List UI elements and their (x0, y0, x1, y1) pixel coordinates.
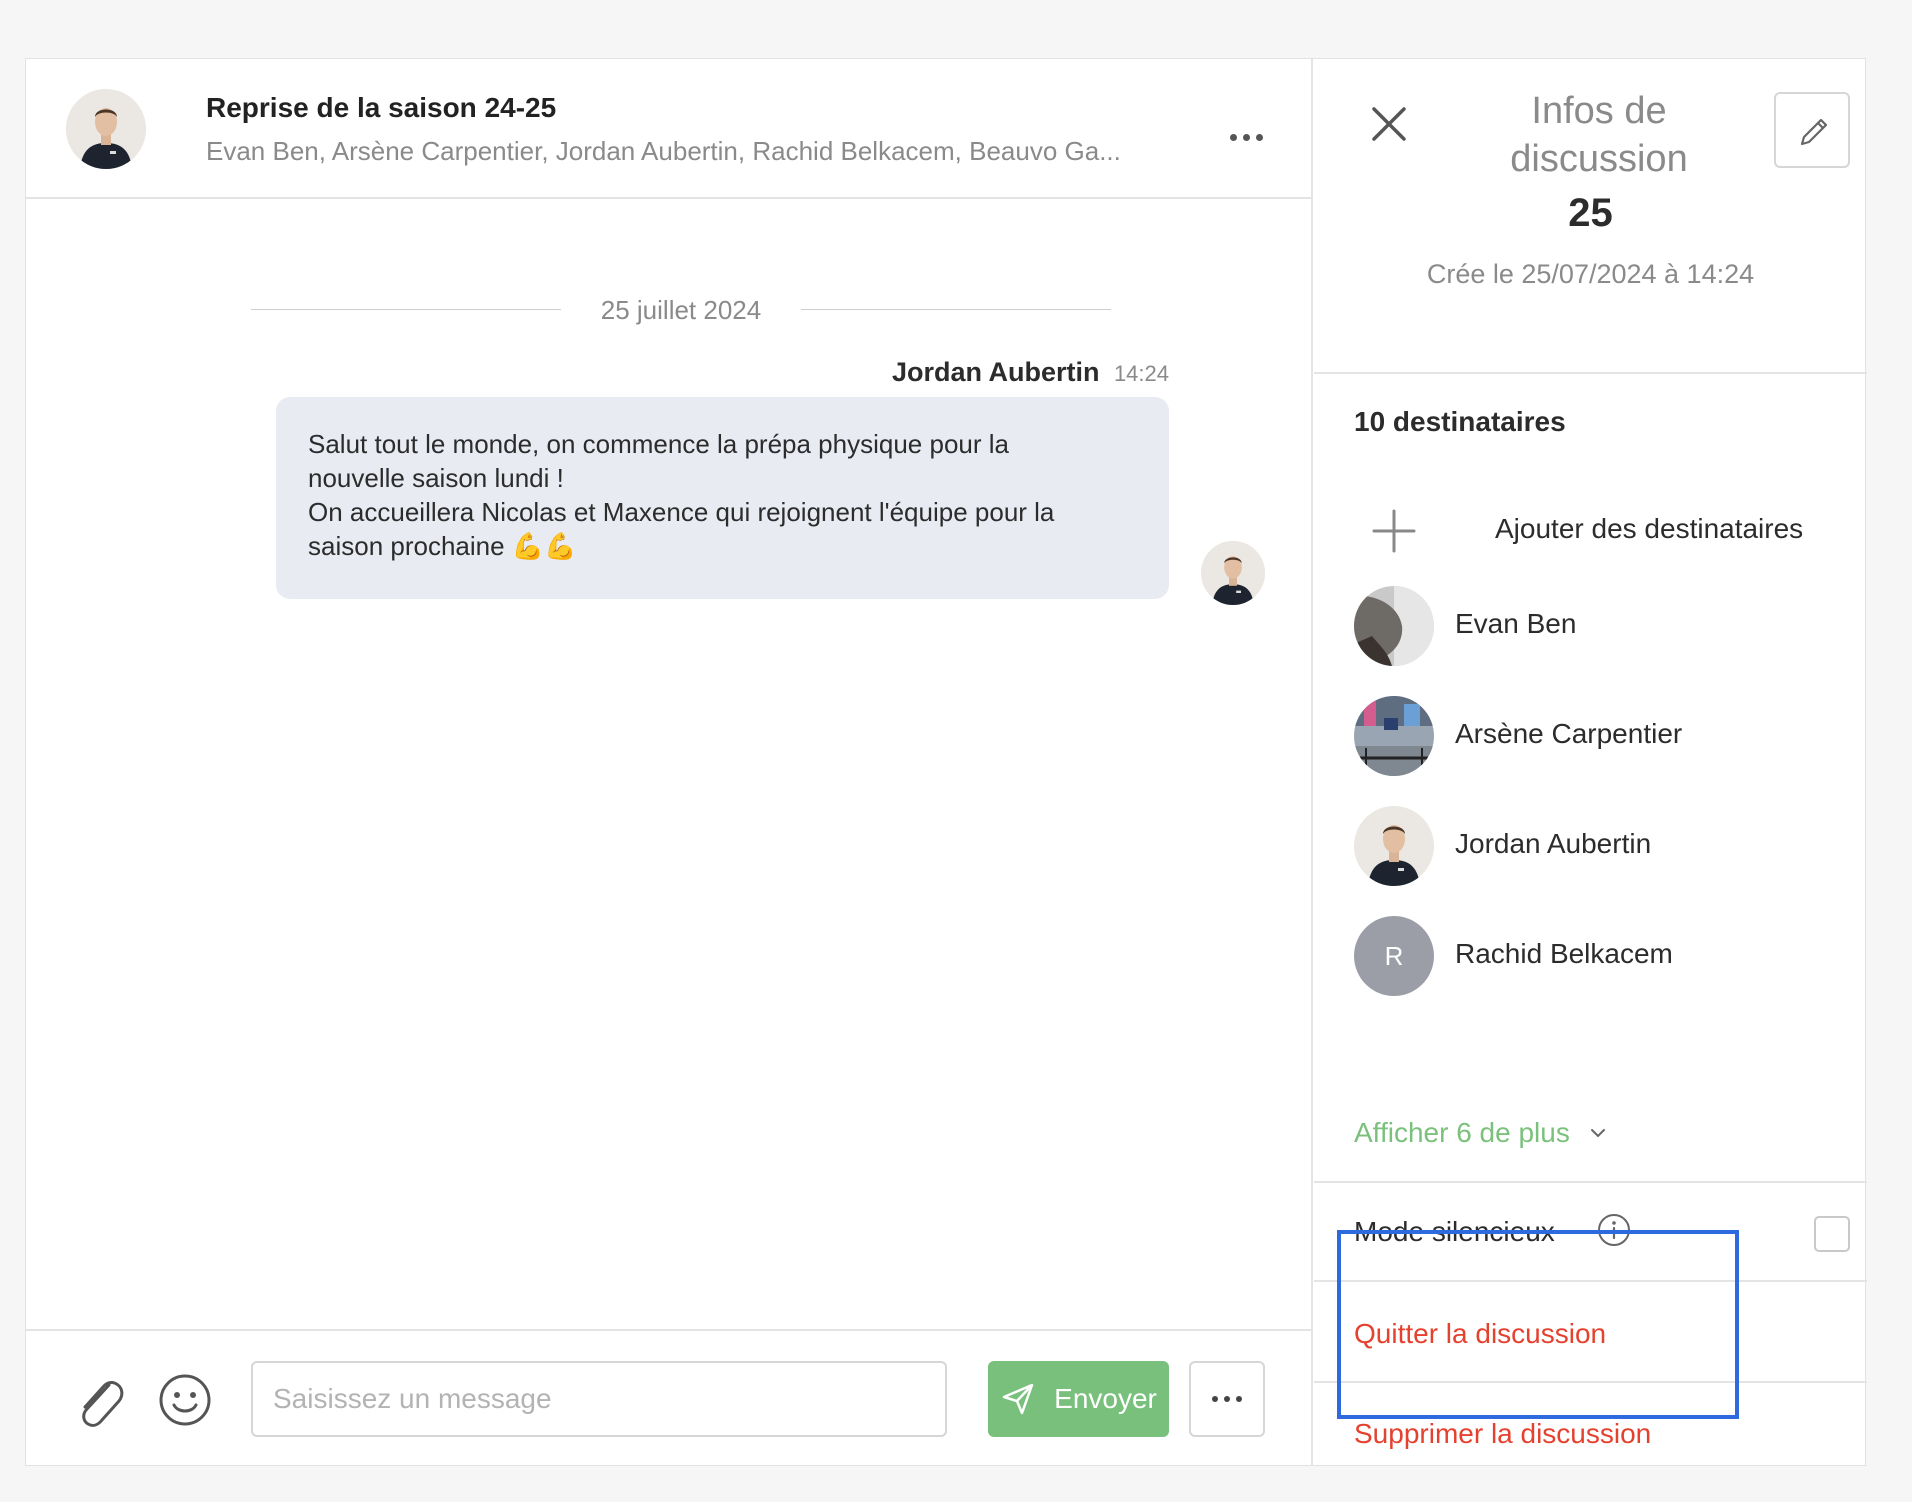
member-item[interactable]: R Rachid Belkacem (1354, 916, 1824, 996)
show-more-label: Afficher 6 de plus (1354, 1117, 1570, 1148)
dot-icon (1242, 133, 1250, 141)
separator-line (251, 309, 561, 310)
divider (1314, 1280, 1867, 1282)
message-line: nouvelle saison lundi ! (308, 463, 564, 493)
dot-icon (1229, 133, 1237, 141)
message-bubble[interactable]: Salut tout le monde, on commence la prép… (276, 397, 1169, 599)
message-composer: Envoyer (26, 1329, 1311, 1467)
message-line: Salut tout le monde, on commence la prép… (308, 429, 1009, 459)
chat-header: Reprise de la saison 24-25 Evan Ben, Ars… (26, 59, 1311, 199)
messenger-window: Reprise de la saison 24-25 Evan Ben, Ars… (25, 58, 1867, 1466)
message-input[interactable] (251, 1361, 947, 1437)
message-line: On accueillera Nicolas et Maxence qui re… (308, 497, 1055, 527)
divider (1314, 372, 1867, 374)
chat-title: Reprise de la saison 24-25 (206, 92, 557, 123)
info-icon[interactable] (1597, 1213, 1631, 1247)
chat-more-options-button[interactable] (1216, 117, 1276, 157)
info-panel-title: Infos de discussion (1474, 87, 1724, 183)
member-name: Rachid Belkacem (1455, 938, 1673, 969)
member-initial-avatar: R (1354, 916, 1434, 996)
discussion-name: 25 (1568, 191, 1613, 235)
dot-icon (1255, 133, 1263, 141)
member-item[interactable]: Jordan Aubertin (1354, 806, 1824, 886)
divider (1314, 1181, 1867, 1183)
chevron-down-icon (1590, 1129, 1605, 1138)
send-button[interactable]: Envoyer (988, 1361, 1169, 1437)
member-avatar (1354, 586, 1434, 666)
smiley-icon[interactable] (158, 1373, 212, 1427)
close-icon[interactable] (1364, 99, 1414, 149)
discussion-info-panel: Infos de discussion 25 Crée le 25/07/202… (1314, 59, 1867, 1465)
member-name: Arsène Carpentier (1455, 718, 1683, 749)
divider (1314, 1381, 1867, 1383)
message-time: 14:24 (1113, 361, 1169, 386)
date-separator: 25 juillet 2024 (251, 289, 1111, 329)
member-name: Evan Ben (1455, 608, 1577, 639)
plus-icon (1372, 509, 1416, 553)
composer-more-button[interactable] (1189, 1361, 1265, 1437)
message-meta: Jordan Aubertin 14:24 (892, 357, 1169, 388)
member-avatar (1354, 696, 1434, 776)
chat-panel: Reprise de la saison 24-25 Evan Ben, Ars… (26, 59, 1313, 1465)
delete-discussion-button[interactable]: Supprimer la discussion (1354, 1418, 1651, 1450)
separator-line (801, 309, 1111, 310)
silent-mode-label: Mode silencieux (1354, 1216, 1555, 1247)
creation-date: Crée le 25/07/2024 à 14:24 (1426, 259, 1755, 289)
participants-preview: Evan Ben, Arsène Carpentier, Jordan Aube… (206, 136, 1121, 166)
send-button-label: Envoyer (1054, 1383, 1157, 1414)
edit-discussion-button[interactable] (1774, 92, 1850, 168)
message-author: Jordan Aubertin (891, 357, 1100, 387)
pencil-icon (1800, 118, 1828, 146)
silent-mode-checkbox[interactable] (1814, 1216, 1850, 1252)
add-recipients-button[interactable]: Ajouter des destinataires (1354, 491, 1824, 571)
date-separator-label: 25 juillet 2024 (600, 295, 762, 325)
show-more-button[interactable]: Afficher 6 de plus (1354, 1117, 1608, 1149)
paperclip-icon[interactable] (71, 1371, 127, 1431)
member-name: Jordan Aubertin (1455, 828, 1652, 859)
more-dots-icon (1191, 1363, 1263, 1435)
member-item[interactable]: Arsène Carpentier (1354, 696, 1824, 776)
member-item[interactable]: Evan Ben (1354, 586, 1824, 666)
recipients-count: 10 destinataires (1354, 406, 1566, 437)
message-line: saison prochaine 💪💪 (308, 531, 577, 561)
author-avatar[interactable] (1201, 541, 1265, 605)
group-avatar[interactable] (66, 89, 146, 169)
send-icon (1002, 1383, 1034, 1415)
leave-discussion-button[interactable]: Quitter la discussion (1354, 1318, 1606, 1350)
member-avatar (1354, 806, 1434, 886)
add-recipients-label: Ajouter des destinataires (1495, 513, 1804, 544)
